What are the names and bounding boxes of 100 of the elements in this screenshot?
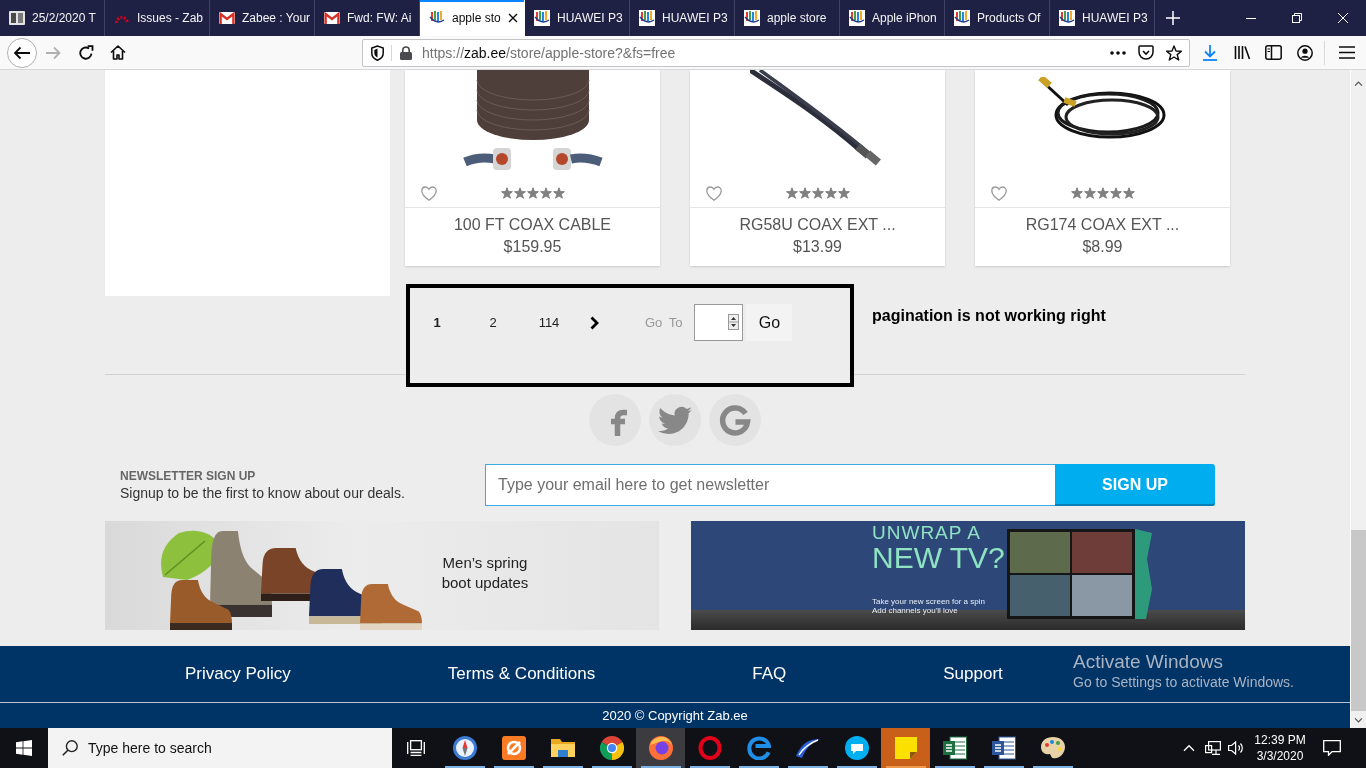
book-icon bbox=[9, 11, 25, 25]
browser-icon bbox=[599, 736, 624, 760]
twitter-icon[interactable] bbox=[649, 394, 701, 446]
search-field[interactable]: Type here to search bbox=[48, 728, 392, 768]
ring-logo-icon bbox=[697, 736, 722, 760]
store-logo-icon bbox=[639, 10, 655, 26]
activation-text: Go to Settings to activate Windows. bbox=[1073, 673, 1294, 691]
scroll-down-icon[interactable] bbox=[1354, 718, 1363, 723]
shield-icon[interactable] bbox=[371, 44, 384, 61]
clock-time[interactable]: 12:39 PM bbox=[1254, 732, 1306, 748]
account-icon[interactable] bbox=[1297, 44, 1313, 61]
chevron-right-icon[interactable] bbox=[590, 315, 599, 330]
lock-icon[interactable] bbox=[400, 45, 412, 60]
reload-icon[interactable] bbox=[79, 45, 94, 60]
promo-banner[interactable]: Men’s spring boot updates bbox=[105, 521, 659, 630]
star-icon bbox=[500, 186, 513, 199]
star-icon[interactable] bbox=[1166, 44, 1182, 61]
close-icon[interactable] bbox=[507, 13, 518, 23]
star-icon bbox=[1070, 186, 1083, 199]
banner-headline: UNWRAP A bbox=[872, 523, 982, 543]
heart-icon[interactable] bbox=[421, 186, 437, 201]
store-logo-icon bbox=[1059, 10, 1075, 26]
star-icon bbox=[798, 186, 811, 199]
store-logo-icon bbox=[534, 10, 550, 26]
page-link[interactable]: 1 bbox=[419, 315, 455, 330]
heart-icon[interactable] bbox=[706, 186, 722, 201]
new-tab-icon[interactable] bbox=[1166, 11, 1180, 25]
go-button[interactable]: Go bbox=[746, 304, 793, 341]
spinner-icon[interactable] bbox=[728, 314, 740, 330]
page-link[interactable]: 2 bbox=[475, 315, 511, 330]
library-icon[interactable] bbox=[1234, 45, 1251, 60]
footer-link[interactable]: Support bbox=[943, 664, 1003, 684]
network-icon[interactable] bbox=[1204, 741, 1221, 755]
newsletter-text: Signup to be the first to know about our deals. bbox=[120, 484, 406, 502]
page-link[interactable]: 114 bbox=[531, 315, 567, 330]
star-icon bbox=[552, 186, 565, 199]
app-logo-icon bbox=[501, 736, 526, 760]
home-icon[interactable] bbox=[110, 45, 126, 60]
chat-icon bbox=[844, 736, 869, 760]
scrollbar-thumb[interactable] bbox=[1351, 530, 1366, 711]
task-view-icon[interactable] bbox=[407, 740, 425, 756]
copyright-text: 2020 © Copyright Zab.ee bbox=[602, 708, 748, 723]
palette-icon bbox=[1040, 737, 1065, 759]
compass-icon bbox=[452, 736, 477, 760]
restore-icon[interactable] bbox=[1292, 13, 1302, 23]
product-card[interactable]: RG58U COAX EXT ... $13.99 bbox=[690, 70, 945, 266]
show-hidden-icon[interactable] bbox=[1183, 744, 1195, 752]
product-title: RG58U COAX EXT ... bbox=[738, 215, 897, 235]
mail-icon bbox=[219, 12, 235, 24]
product-price: $13.99 bbox=[792, 237, 843, 257]
banner-headline: NEW TV? bbox=[872, 543, 1006, 573]
back-icon[interactable] bbox=[7, 37, 37, 68]
document-icon bbox=[991, 736, 1016, 760]
footer-link[interactable]: FAQ bbox=[752, 664, 787, 684]
download-icon[interactable] bbox=[1202, 44, 1218, 61]
notification-icon[interactable] bbox=[1323, 740, 1341, 756]
annotation-note: pagination is not working right bbox=[872, 307, 1106, 325]
store-logo-icon bbox=[429, 10, 445, 26]
product-card[interactable]: RG174 COAX EXT ... $8.99 bbox=[975, 70, 1230, 266]
start-icon[interactable] bbox=[16, 740, 32, 756]
scroll-up-icon[interactable] bbox=[1354, 81, 1363, 86]
swoosh-icon bbox=[795, 738, 820, 758]
store-logo-icon bbox=[954, 10, 970, 26]
more-options-icon[interactable] bbox=[1110, 50, 1126, 55]
heart-icon[interactable] bbox=[991, 186, 1007, 201]
store-logo-icon bbox=[744, 10, 760, 26]
taskbar-app-button[interactable] bbox=[636, 728, 685, 768]
clock-date[interactable]: 3/3/2020 bbox=[1256, 748, 1304, 764]
star-icon bbox=[1083, 186, 1096, 199]
banner-caption: Men’s spring boot updates bbox=[440, 552, 530, 593]
arc-icon bbox=[114, 13, 130, 23]
sidebar-icon[interactable] bbox=[1265, 45, 1282, 60]
star-icon bbox=[837, 186, 850, 199]
minimize-icon[interactable] bbox=[1246, 17, 1256, 19]
menu-icon[interactable] bbox=[1339, 46, 1355, 59]
product-price: $159.95 bbox=[502, 237, 563, 257]
product-card[interactable]: 100 FT COAX CABLE $159.95 bbox=[405, 70, 660, 266]
product-title: RG174 COAX EXT ... bbox=[1024, 215, 1181, 235]
facebook-icon[interactable] bbox=[589, 394, 641, 446]
star-icon bbox=[526, 186, 539, 199]
promo-banner[interactable]: UNWRAP A NEW TV? Take your new screen for a spin Add channels you'll love bbox=[691, 521, 1245, 630]
address-bar[interactable]: https://zab.ee/store/apple-store?&fs=free bbox=[362, 38, 1190, 67]
footer-link[interactable]: Terms & Conditions bbox=[447, 664, 596, 684]
footer-link[interactable]: Privacy Policy bbox=[185, 664, 291, 684]
product-price: $8.99 bbox=[1081, 237, 1124, 257]
store-logo-icon bbox=[849, 10, 865, 26]
email-field[interactable]: Type your email here to get newsletter bbox=[485, 464, 1055, 506]
sticky-note-icon bbox=[894, 737, 917, 759]
pocket-icon[interactable] bbox=[1138, 45, 1154, 60]
google-icon[interactable] bbox=[709, 394, 761, 446]
url-text: https://zab.ee/store/apple-store?&fs=free bbox=[422, 44, 676, 61]
volume-icon[interactable] bbox=[1228, 741, 1244, 755]
browser-icon bbox=[648, 736, 673, 760]
folder-icon bbox=[550, 739, 575, 757]
star-icon bbox=[824, 186, 837, 199]
activation-title: Activate Windows bbox=[1073, 651, 1224, 673]
search-icon bbox=[62, 740, 78, 756]
product-title: 100 FT COAX CABLE bbox=[452, 215, 613, 235]
star-icon bbox=[1109, 186, 1122, 199]
browser-tab[interactable]: apple sto bbox=[420, 0, 525, 36]
